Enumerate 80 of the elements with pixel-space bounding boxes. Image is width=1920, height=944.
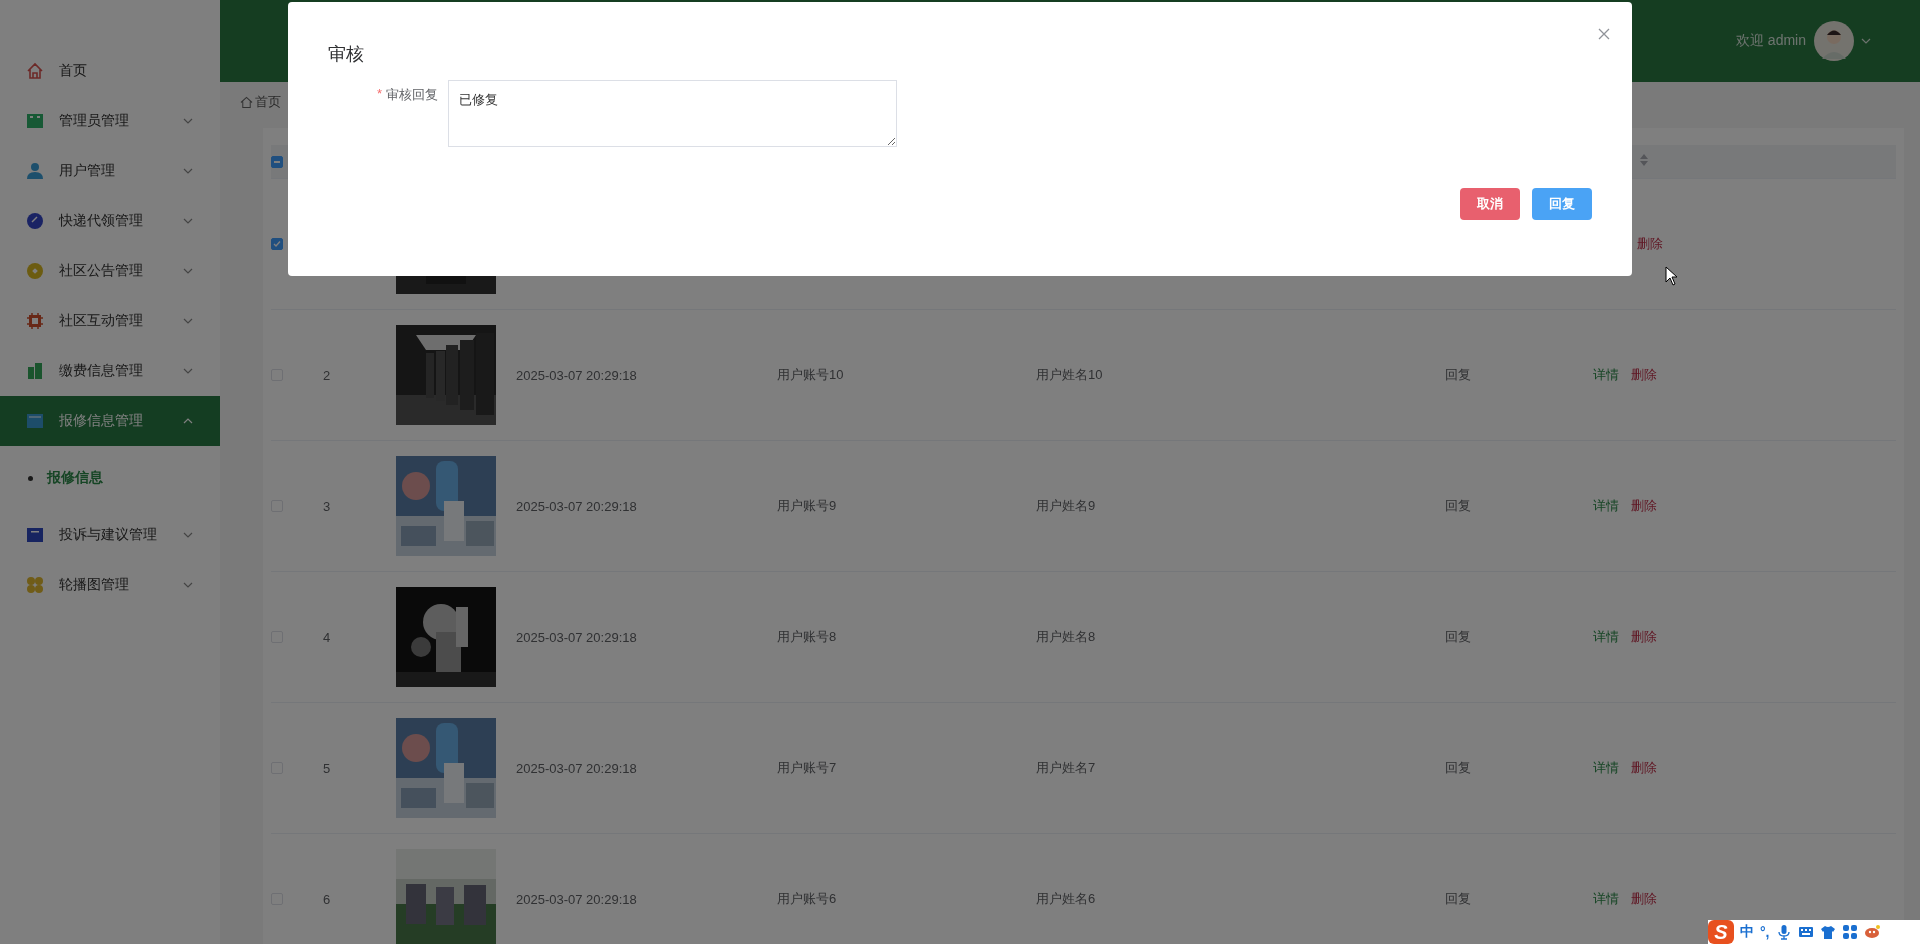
table-cell: 用户账号8 — [777, 629, 837, 644]
ime-mode[interactable]: 中 — [1740, 923, 1754, 941]
table-cell: 2025-03-07 20:29:18 — [516, 367, 637, 383]
table-cell: 回复 — [1445, 629, 1471, 644]
ime-punctuation[interactable]: °, — [1760, 924, 1770, 940]
sort-icon[interactable] — [1639, 153, 1649, 167]
menu-icon — [25, 61, 45, 81]
table-cell: 用户姓名7 — [1036, 760, 1096, 775]
menu-icon — [25, 111, 45, 131]
table-cell: 用户账号6 — [777, 891, 837, 906]
delete-link[interactable]: 删除 — [1631, 366, 1657, 384]
table-cell: 回复 — [1445, 498, 1471, 513]
home-icon — [240, 95, 253, 109]
mascot-icon[interactable] — [1863, 924, 1880, 940]
row-index: 2 — [323, 367, 331, 383]
sidebar-item[interactable]: 报修信息管理 — [0, 396, 220, 446]
table-cell: 用户账号7 — [777, 760, 837, 775]
row-index: 3 — [323, 498, 331, 514]
shirt-icon[interactable] — [1819, 924, 1836, 940]
row-index: 5 — [323, 760, 331, 776]
field-label: 审核回复 — [386, 86, 438, 104]
detail-link[interactable]: 详情 — [1593, 628, 1619, 646]
breadcrumb-link[interactable]: 首页 — [255, 93, 281, 111]
sidebar-item[interactable]: 社区公告管理 — [0, 246, 220, 296]
reply-field[interactable]: 已修复 — [448, 80, 897, 147]
menu-icon — [25, 211, 45, 231]
keyboard-icon[interactable] — [1797, 924, 1814, 940]
sidebar-item[interactable]: 用户管理 — [0, 146, 220, 196]
row-index: 6 — [323, 891, 331, 907]
menu-icon — [25, 261, 45, 281]
table-cell: 用户姓名10 — [1036, 367, 1103, 382]
table-cell: 用户姓名8 — [1036, 629, 1096, 644]
welcome-text: 欢迎 admin — [1735, 32, 1806, 50]
table-cell: 用户姓名9 — [1036, 498, 1096, 513]
avatar-icon[interactable] — [1814, 21, 1854, 61]
table-cell: 2025-03-07 20:29:18 — [516, 629, 637, 645]
sidebar-item[interactable]: 管理员管理 — [0, 96, 220, 146]
detail-link[interactable]: 详情 — [1593, 890, 1619, 908]
sidebar-item[interactable]: 快递代领管理 — [0, 196, 220, 246]
delete-link[interactable]: 删除 — [1631, 497, 1657, 515]
submenu-item[interactable]: 报修信息 — [0, 446, 220, 510]
checkbox[interactable] — [271, 155, 283, 168]
grid-icon[interactable] — [1841, 924, 1858, 940]
table-cell: 用户姓名6 — [1036, 891, 1096, 906]
detail-link[interactable]: 详情 — [1593, 759, 1619, 777]
checkbox[interactable] — [271, 238, 283, 250]
menu-icon — [25, 575, 45, 595]
table-cell: 用户账号9 — [777, 498, 837, 513]
close-icon[interactable] — [1596, 26, 1612, 42]
delete-link[interactable]: 删除 — [1637, 235, 1663, 253]
detail-link[interactable]: 详情 — [1593, 497, 1619, 515]
sidebar-item[interactable]: 社区互动管理 — [0, 296, 220, 346]
required-mark: * — [376, 86, 382, 103]
sidebar-item[interactable]: 轮播图管理 — [0, 560, 220, 610]
detail-link[interactable]: 详情 — [1593, 366, 1619, 384]
sidebar-item[interactable]: 缴费信息管理 — [0, 346, 220, 396]
table-cell: 2025-03-07 20:29:18 — [516, 891, 637, 907]
cursor-icon — [1665, 266, 1679, 286]
table-cell: 回复 — [1445, 367, 1471, 382]
menu-icon — [25, 525, 45, 545]
ime-logo[interactable]: S — [1708, 920, 1734, 944]
menu-icon — [25, 411, 45, 431]
microphone-icon[interactable] — [1775, 924, 1792, 940]
delete-link[interactable]: 删除 — [1631, 759, 1657, 777]
delete-link[interactable]: 删除 — [1631, 890, 1657, 908]
table-cell: 用户账号10 — [777, 367, 844, 382]
dialog-title: 审核 — [328, 43, 364, 66]
cancel-button[interactable]: 取消 — [1460, 188, 1520, 220]
table-cell: 回复 — [1445, 891, 1471, 906]
menu-icon — [25, 161, 45, 181]
sidebar-item[interactable]: 首页 — [0, 46, 220, 96]
menu-icon — [25, 361, 45, 381]
delete-link[interactable]: 删除 — [1631, 628, 1657, 646]
menu-icon — [25, 311, 45, 331]
row-index: 4 — [323, 629, 331, 645]
table-cell: 回复 — [1445, 760, 1471, 775]
table-cell: 2025-03-07 20:29:18 — [516, 498, 637, 514]
table-cell: 2025-03-07 20:29:18 — [516, 760, 637, 776]
reply-button[interactable]: 回复 — [1532, 188, 1592, 220]
sidebar-item[interactable]: 投诉与建议管理 — [0, 510, 220, 560]
